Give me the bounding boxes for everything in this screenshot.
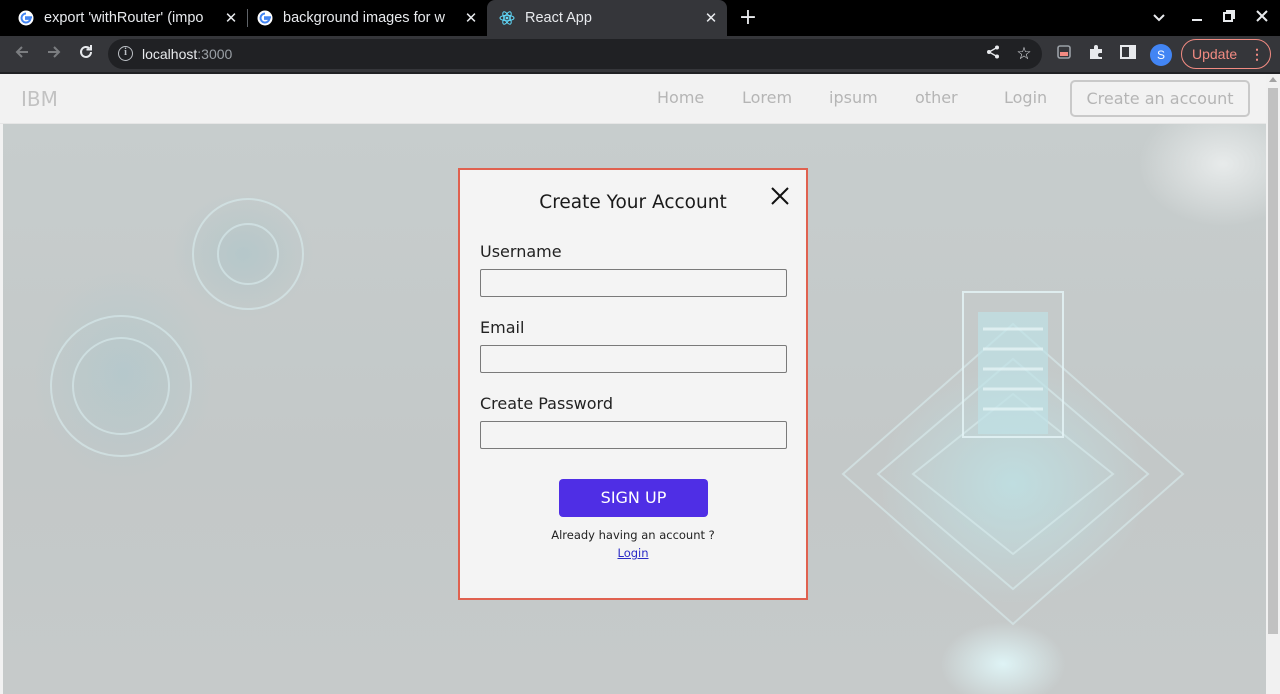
- nav-link-other[interactable]: other: [915, 88, 958, 107]
- back-icon[interactable]: [12, 44, 32, 64]
- browser-toolbar: i localhost:3000 ☆ S Update ⋮: [0, 36, 1280, 73]
- google-icon: [257, 10, 273, 26]
- address-bar[interactable]: i localhost:3000 ☆: [108, 39, 1042, 69]
- create-account-button[interactable]: Create an account: [1070, 80, 1250, 117]
- close-icon[interactable]: [769, 185, 791, 207]
- tab-background-images[interactable]: background images for w ✕: [239, 0, 487, 36]
- username-input[interactable]: [480, 269, 787, 297]
- brand-logo[interactable]: IBM: [21, 87, 58, 111]
- modal-title: Create Your Account: [539, 192, 727, 213]
- already-account-text: Already having an account ?: [551, 528, 715, 542]
- tab-search-chevron-icon[interactable]: [1149, 8, 1169, 28]
- media-router-icon[interactable]: [1054, 44, 1074, 64]
- page-scrollbar[interactable]: [1266, 74, 1280, 694]
- more-menu-icon[interactable]: ⋮: [1250, 40, 1264, 68]
- scroll-up-arrow-icon[interactable]: [1269, 77, 1277, 82]
- url-text: localhost:3000: [142, 46, 232, 62]
- url-port: :3000: [197, 46, 233, 62]
- sign-up-button[interactable]: SIGN UP: [559, 479, 708, 517]
- password-label: Create Password: [480, 394, 613, 413]
- restore-icon[interactable]: [1219, 8, 1239, 28]
- tab-title: React App: [525, 10, 592, 26]
- close-tab-icon[interactable]: ✕: [463, 10, 479, 26]
- site-info-icon[interactable]: i: [118, 46, 133, 61]
- nav-link-lorem[interactable]: Lorem: [742, 88, 792, 107]
- top-navbar: IBM Home Lorem ipsum other Login Create …: [0, 74, 1266, 124]
- tab-title: background images for w: [283, 10, 445, 26]
- url-host: localhost: [142, 46, 198, 62]
- google-icon: [18, 10, 34, 26]
- reload-icon[interactable]: [76, 44, 96, 64]
- tab-title: export 'withRouter' (impo: [44, 10, 204, 26]
- email-label: Email: [480, 318, 525, 337]
- email-input[interactable]: [480, 345, 787, 373]
- share-icon[interactable]: [983, 44, 1003, 64]
- login-link-text[interactable]: Login: [617, 546, 648, 560]
- username-label: Username: [480, 242, 562, 261]
- password-input[interactable]: [480, 421, 787, 449]
- close-window-icon[interactable]: [1252, 8, 1272, 28]
- login-link: Login: [460, 546, 806, 560]
- new-tab-icon[interactable]: +: [737, 7, 759, 29]
- minimize-icon[interactable]: [1187, 8, 1207, 28]
- update-button[interactable]: Update ⋮: [1181, 39, 1271, 69]
- close-tab-icon[interactable]: ✕: [223, 10, 239, 26]
- side-panel-icon[interactable]: [1118, 44, 1138, 64]
- tab-strip: export 'withRouter' (impo ✕ background i…: [0, 0, 1280, 36]
- close-tab-icon[interactable]: ✕: [703, 10, 719, 26]
- extensions-puzzle-icon[interactable]: [1086, 44, 1106, 64]
- tab-react-app[interactable]: React App ✕: [487, 0, 727, 36]
- forward-icon[interactable]: [44, 44, 64, 64]
- signup-modal: Create Your Account Username Email Creat…: [458, 168, 808, 600]
- profile-avatar[interactable]: S: [1150, 44, 1172, 66]
- nav-login-link[interactable]: Login: [1004, 88, 1047, 107]
- nav-link-home[interactable]: Home: [657, 88, 704, 107]
- react-icon: [499, 11, 515, 25]
- scrollbar-thumb[interactable]: [1268, 88, 1278, 634]
- bookmark-star-icon[interactable]: ☆: [1014, 44, 1034, 64]
- page-viewport: IBM Home Lorem ipsum other Login Create …: [0, 74, 1280, 694]
- tab-export-withrouter[interactable]: export 'withRouter' (impo ✕: [0, 0, 247, 36]
- nav-link-ipsum[interactable]: ipsum: [829, 88, 878, 107]
- update-label: Update: [1192, 46, 1238, 62]
